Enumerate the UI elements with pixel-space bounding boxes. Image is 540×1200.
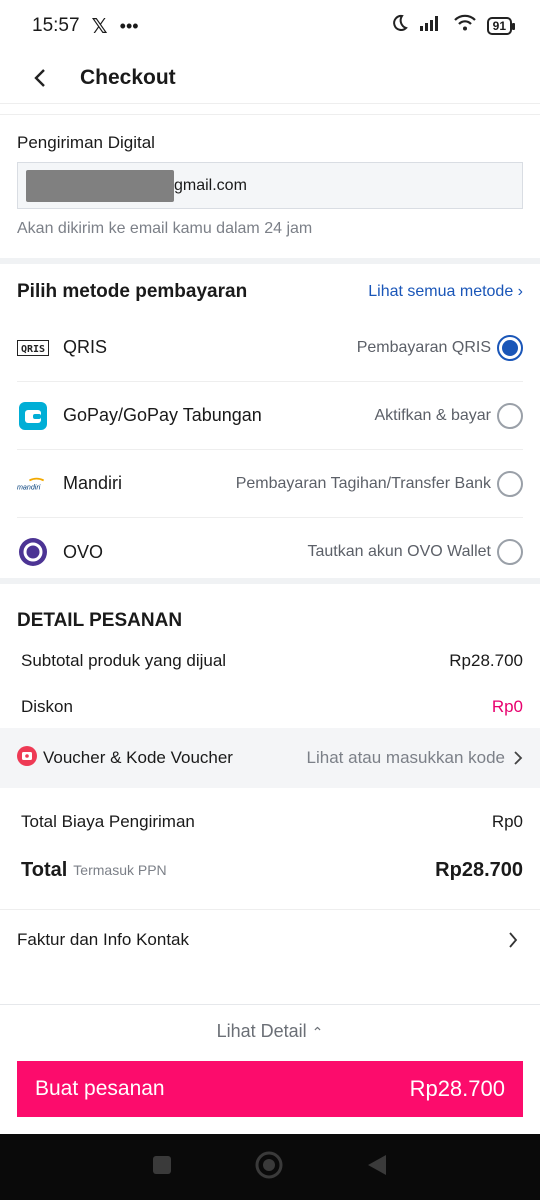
ovo-icon [17,536,49,568]
more-notifications-icon: ••• [119,15,139,36]
radio-unselected[interactable] [497,402,523,429]
discount-row: Diskon Rp0 [0,686,540,728]
digital-delivery-label: Pengiriman Digital [17,133,155,152]
radio-unselected[interactable] [497,470,523,497]
discount-value: Rp0 [491,697,523,716]
status-right: 91 [389,13,516,39]
email-visible-text: gmail.com [174,176,247,194]
qris-icon: QRIS [17,332,49,364]
voucher-icon [17,745,37,771]
subtotal-label: Subtotal produk yang dijual [21,651,227,670]
payment-desc: Aktifkan & bayar [374,406,492,424]
x-app-icon: 𝕏 [91,15,108,38]
shipping-label: Total Biaya Pengiriman [21,812,195,831]
payment-name: Mandiri [63,473,123,493]
mandiri-icon: mandiri [17,468,49,500]
double-chevron-up-icon: ⌃ [311,1024,324,1040]
chevron-left-icon [34,68,45,87]
back-nav-icon[interactable] [366,1153,388,1182]
email-field[interactable]: gmail.com [17,162,523,209]
total-value: Rp28.700 [435,858,523,881]
payment-title: Pilih metode pembayaran [17,281,248,302]
system-nav-bar [0,1134,540,1200]
see-detail-toggle[interactable]: Lihat Detail ⌃ [0,1021,540,1042]
place-order-button[interactable]: Buat pesanan Rp28.700 [17,1061,523,1117]
page-title: Checkout [80,65,176,89]
voucher-row[interactable]: Voucher & Kode Voucher Lihat atau masukk… [0,728,540,788]
payment-desc: Pembayaran QRIS [356,338,491,356]
payment-name: GoPay/GoPay Tabungan [63,405,262,425]
radio-selected[interactable] [497,334,523,361]
svg-text:mandiri: mandiri [17,483,41,491]
see-detail-label: Lihat Detail [216,1021,307,1041]
app-header: Checkout [0,52,540,104]
recents-icon[interactable] [152,1155,172,1180]
payment-option-ovo[interactable]: OVO Tautkan akun OVO Wallet [17,518,523,586]
checkout-footer: Lihat Detail ⌃ Buat pesanan Rp28.700 [0,1004,540,1134]
clock: 15:57 [32,15,80,36]
invoice-contact-row[interactable]: Faktur dan Info Kontak [0,909,540,969]
payment-desc: Tautkan akun OVO Wallet [307,543,492,560]
moon-icon [389,13,409,39]
voucher-label: Voucher & Kode Voucher [43,748,233,767]
wifi-icon [453,14,477,38]
payment-option-mandiri[interactable]: mandiri Mandiri Pembayaran Tagihan/Trans… [17,450,523,518]
payment-section: Pilih metode pembayaran Lihat semua meto… [0,270,540,586]
home-icon[interactable] [255,1151,283,1184]
payment-option-qris[interactable]: QRIS QRIS Pembayaran QRIS [17,314,523,382]
gopay-icon [17,400,49,432]
payment-name: QRIS [63,337,108,357]
total-row: Total Termasuk PPN Rp28.700 [0,856,540,884]
shipping-row: Total Biaya Pengiriman Rp0 [0,788,540,856]
see-all-methods-link[interactable]: Lihat semua metode › [368,283,523,301]
divider [0,258,540,264]
subtotal-value: Rp28.700 [449,651,523,670]
chevron-right-icon [509,931,518,948]
order-detail-title: DETAIL PESANAN [17,610,183,631]
subtotal-row: Subtotal produk yang dijual Rp28.700 [0,636,540,686]
place-order-label: Buat pesanan [35,1077,165,1100]
signal-icon [419,14,443,38]
payment-option-gopay[interactable]: GoPay/GoPay Tabungan Aktifkan & bayar [17,382,523,450]
payment-header: Pilih metode pembayaran Lihat semua meto… [0,270,540,314]
shipping-value: Rp0 [491,812,523,831]
payment-name: OVO [63,541,104,562]
total-label: Total [21,858,68,881]
divider [0,578,540,584]
email-redaction [26,169,174,202]
svg-text:QRIS: QRIS [21,344,45,355]
status-bar: 15:57 𝕏 ••• 91 [0,0,540,52]
total-tax-note: Termasuk PPN [73,862,167,878]
place-order-price: Rp28.700 [409,1076,505,1101]
battery-indicator: 91 [486,17,516,35]
radio-unselected[interactable] [497,539,523,565]
voucher-hint: Lihat atau masukkan kode [306,748,505,767]
discount-label: Diskon [21,697,73,716]
payment-desc: Pembayaran Tagihan/Transfer Bank [235,474,491,492]
chevron-right-icon [514,751,523,765]
status-left: 15:57 𝕏 ••• [32,14,139,39]
digital-delivery-section: Pengiriman Digital gmail.com Akan dikiri… [0,114,540,238]
email-hint: Akan dikirim ke email kamu dalam 24 jam [17,220,313,237]
invoice-label: Faktur dan Info Kontak [17,929,189,949]
back-button[interactable] [0,52,80,104]
order-detail-section: DETAIL PESANAN Subtotal produk yang diju… [0,590,540,884]
